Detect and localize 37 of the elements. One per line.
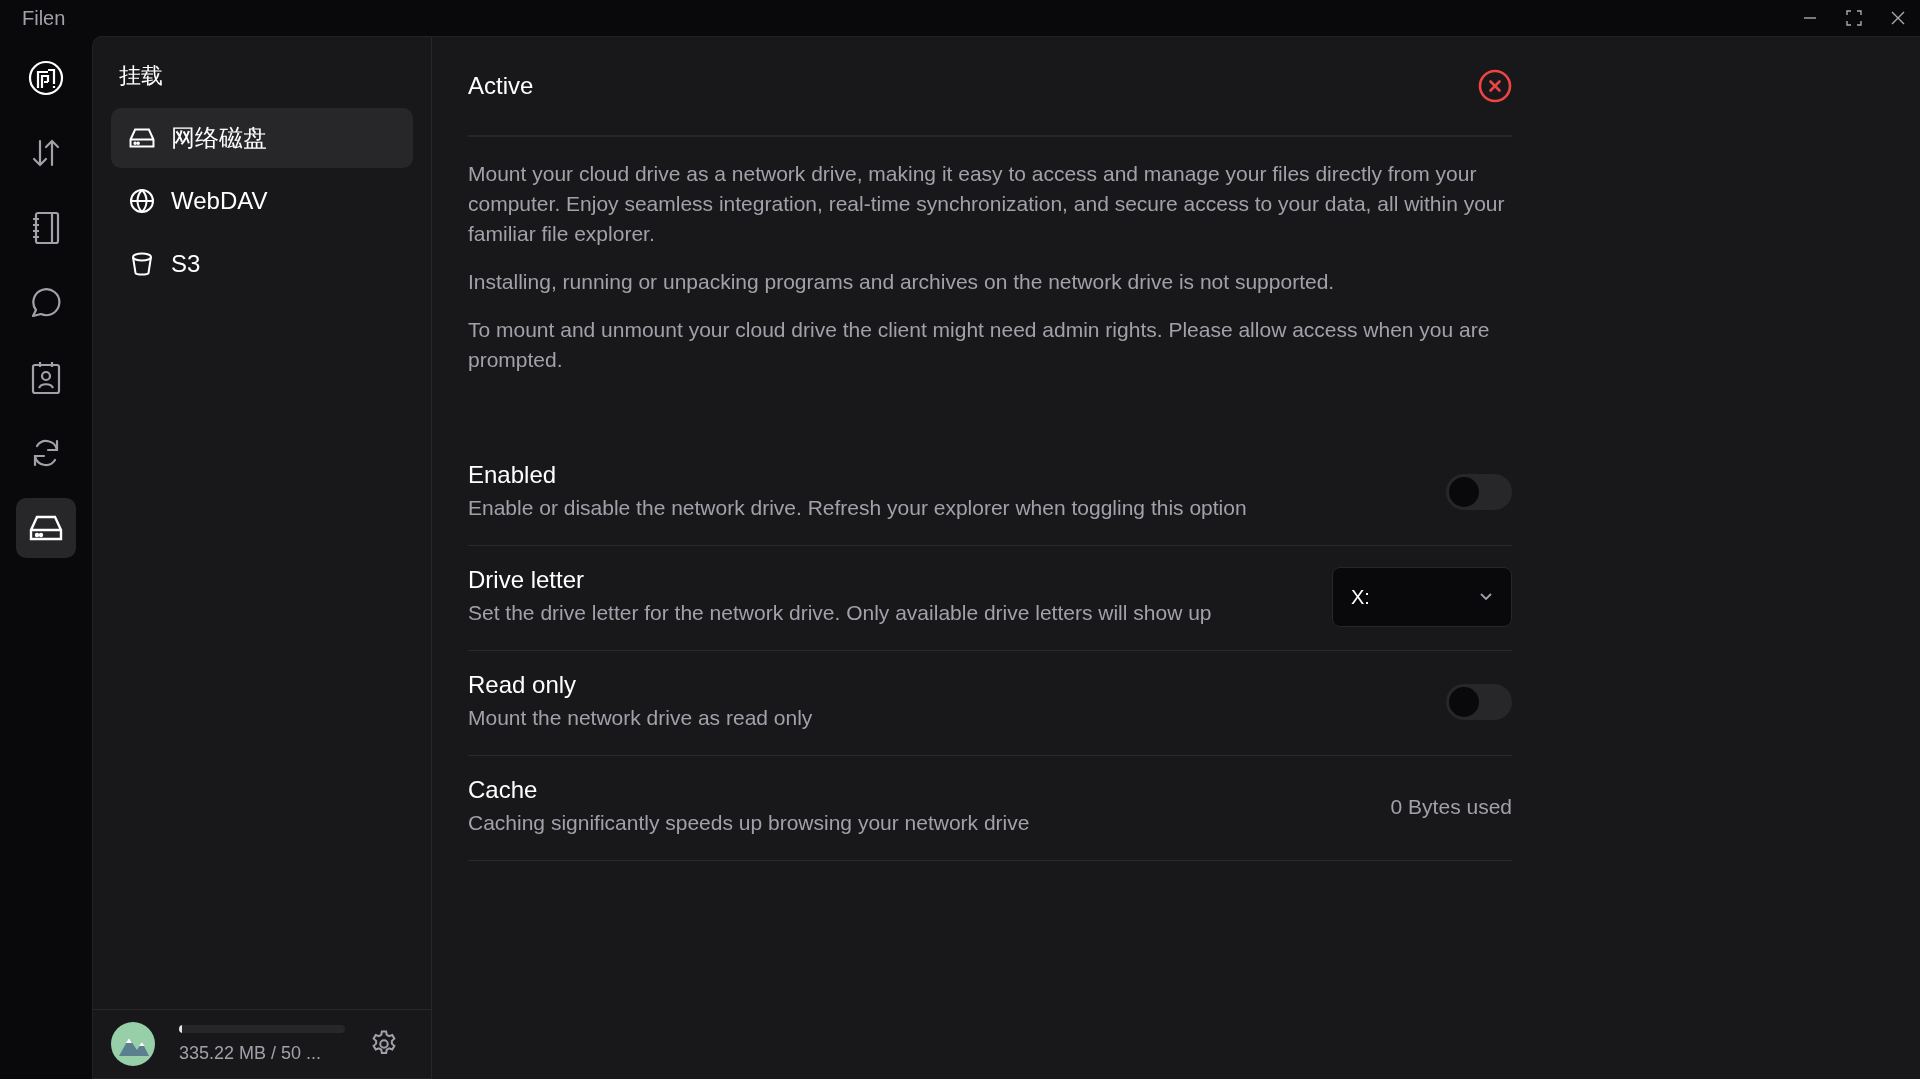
chat-bubble-icon — [30, 287, 62, 319]
sidebar-item[interactable]: 网络磁盘 — [111, 108, 413, 168]
cache-usage: 0 Bytes used — [1390, 795, 1512, 819]
bucket-icon — [129, 251, 155, 277]
notebook-icon — [30, 211, 62, 245]
description-paragraph: Mount your cloud drive as a network drive, making it easy to access and manage your files directly from your computer. Enjoy seamless integration, real-time synchronization, and secure access to your data, all within your familiar file explorer. — [468, 161, 1506, 247]
drive-icon — [129, 127, 155, 149]
setting-title: Cache — [468, 776, 539, 804]
chevron-down-icon — [1479, 592, 1493, 602]
arrows-icon — [30, 137, 62, 169]
x-circle-icon[interactable] — [1478, 69, 1512, 103]
avatar[interactable] — [111, 1022, 155, 1066]
logo-icon — [28, 60, 64, 96]
window-title: Filen — [22, 6, 66, 30]
description-paragraph: Installing, running or unpacking programs and archives on the network drive is not supported. — [468, 269, 1336, 295]
globe-icon — [129, 188, 155, 214]
setting-description: Mount the network drive as read only — [468, 705, 813, 731]
contact-card-icon — [30, 361, 62, 395]
mounts-nav-button[interactable] — [16, 498, 76, 558]
setting-title: Read only — [468, 671, 578, 699]
sidebar-item[interactable]: WebDAV — [111, 171, 413, 231]
setting-description: Set the drive letter for the network drive. Only available drive letters will show up — [468, 600, 1212, 626]
drive-icon — [29, 514, 63, 542]
setting-title: Enabled — [468, 461, 558, 489]
sidebar-title: 挂载 — [118, 62, 164, 90]
maximize-icon[interactable] — [1846, 10, 1862, 26]
sidebar-item[interactable]: S3 — [111, 234, 413, 294]
setting-title: Drive letter — [468, 566, 586, 594]
setting-description: Caching significantly speeds up browsing your network drive — [468, 810, 1030, 836]
toggle-switch[interactable] — [1446, 684, 1512, 720]
setting-description: Enable or disable the network drive. Refresh your explorer when toggling this option — [468, 495, 1247, 521]
toggle-switch[interactable] — [1446, 474, 1512, 510]
storage-usage: 335.22 MB / 50 ... — [179, 1042, 323, 1064]
description-paragraph: To mount and unmount your cloud drive the client might need admin rights. Please allow access when you are prompted. — [468, 317, 1491, 373]
close-icon[interactable] — [1890, 10, 1906, 26]
status-label: Active — [468, 72, 534, 100]
drive-letter-dropdown[interactable]: X: — [1332, 567, 1512, 627]
